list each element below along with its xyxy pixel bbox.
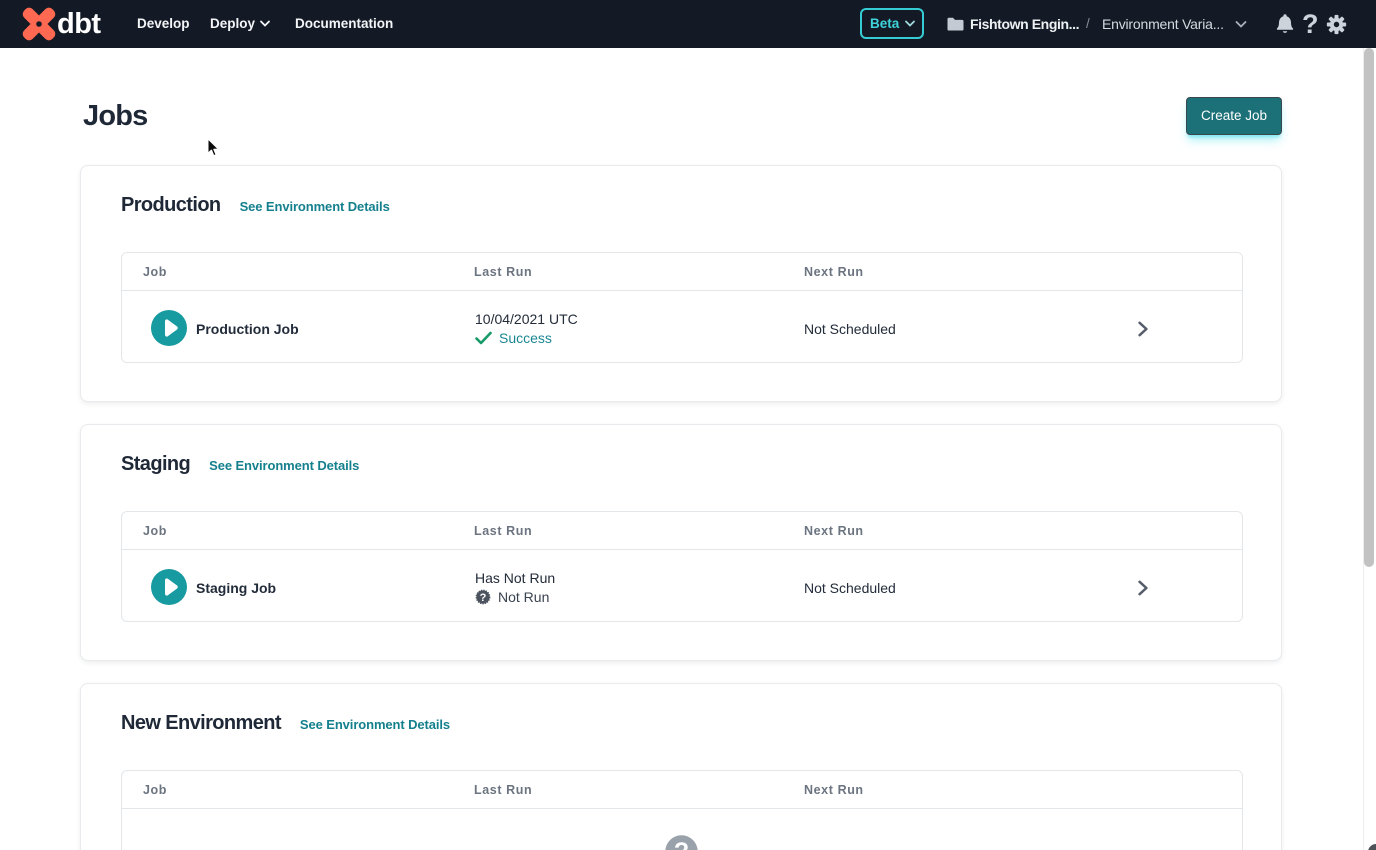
- svg-text:?: ?: [674, 838, 689, 850]
- svg-text:?: ?: [480, 592, 487, 604]
